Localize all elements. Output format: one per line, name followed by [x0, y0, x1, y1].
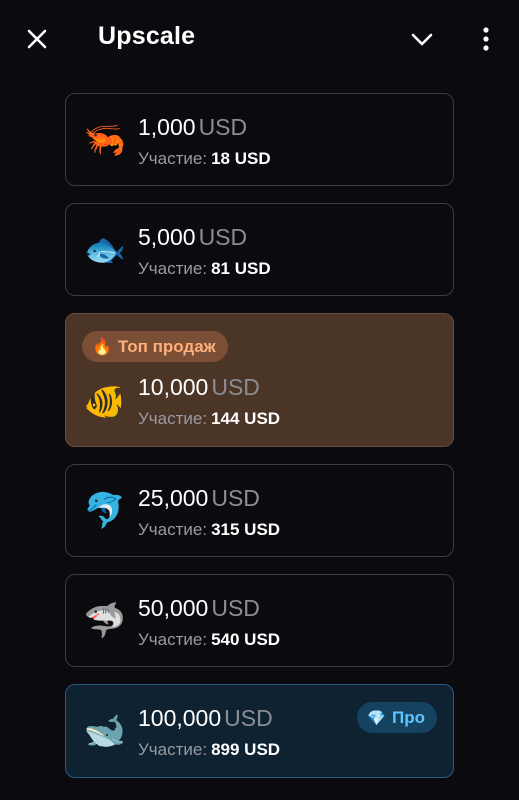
plan-card-5000[interactable]: 🐟 5,000 USD Участие: 81 USD [65, 203, 454, 296]
fire-icon: 🔥 [92, 338, 112, 356]
participation-value: 18 USD [211, 149, 271, 168]
close-icon [27, 29, 47, 49]
amount-currency: USD [224, 705, 273, 731]
plan-amount: 100,000 USD [138, 705, 273, 732]
badge-label: Топ продаж [117, 336, 216, 356]
plan-amount: 50,000 USD [138, 595, 260, 622]
participation-label: Участие: [138, 630, 208, 649]
participation: Участие: 18 USD [138, 149, 271, 169]
page-title: Upscale [98, 22, 196, 50]
plan-amount: 1,000 USD [138, 114, 247, 141]
plan-card-25000[interactable]: 🐬 25,000 USD Участие: 315 USD [65, 464, 454, 557]
amount-value: 25,000 [138, 485, 209, 511]
participation: Участие: 315 USD [138, 520, 280, 540]
plan-amount: 25,000 USD [138, 485, 260, 512]
dolphin-icon: 🐬 [83, 491, 127, 531]
plan-amount: 10,000 USD [138, 374, 260, 401]
participation-value: 899 USD [211, 740, 281, 759]
amount-currency: USD [211, 485, 260, 511]
chevron-down-icon [411, 33, 433, 46]
top-sales-badge: 🔥 Топ продаж [82, 331, 228, 362]
plan-card-100000[interactable]: 🐋 100,000 USD Участие: 899 USD 💎 Про [65, 684, 454, 778]
plan-card-10000[interactable]: 🔥 Топ продаж 🐠 10,000 USD Участие: 144 USD [65, 313, 454, 447]
participation: Участие: 899 USD [138, 740, 280, 760]
fish-icon: 🐟 [83, 230, 127, 270]
amount-value: 10,000 [138, 374, 209, 400]
plan-card-1000[interactable]: 🦐 1,000 USD Участие: 18 USD [65, 93, 454, 186]
participation-value: 81 USD [211, 259, 271, 278]
close-button[interactable] [22, 24, 52, 54]
badge-label: Про [392, 707, 425, 727]
top-bar: Upscale [0, 0, 519, 78]
tropical-fish-icon: 🐠 [83, 382, 127, 422]
participation-label: Участие: [138, 409, 208, 428]
plan-amount: 5,000 USD [138, 224, 247, 251]
participation-value: 144 USD [211, 409, 281, 428]
participation-value: 315 USD [211, 520, 281, 539]
diamond-icon: 💎 [367, 709, 386, 727]
participation-label: Участие: [138, 259, 208, 278]
amount-currency: USD [198, 114, 248, 140]
amount-value: 50,000 [138, 595, 209, 621]
participation-label: Участие: [138, 149, 208, 168]
shrimp-icon: 🦐 [83, 120, 127, 160]
plan-card-50000[interactable]: 🦈 50,000 USD Участие: 540 USD [65, 574, 454, 667]
whale-icon: 🐋 [83, 711, 127, 751]
collapse-button[interactable] [405, 24, 439, 54]
participation-label: Участие: [138, 740, 208, 759]
participation-value: 540 USD [211, 630, 281, 649]
participation: Участие: 81 USD [138, 259, 271, 279]
participation: Участие: 540 USD [138, 630, 280, 650]
amount-value: 5,000 [138, 224, 196, 250]
amount-currency: USD [198, 224, 248, 250]
more-vertical-icon [483, 27, 489, 51]
amount-value: 100,000 [138, 705, 222, 731]
amount-currency: USD [211, 595, 260, 621]
participation-label: Участие: [138, 520, 208, 539]
participation: Участие: 144 USD [138, 409, 280, 429]
amount-value: 1,000 [138, 114, 196, 140]
pro-badge: 💎 Про [357, 702, 437, 733]
amount-currency: USD [211, 374, 260, 400]
more-options-button[interactable] [474, 24, 498, 54]
plan-list: 🦐 1,000 USD Участие: 18 USD 🐟 5,000 USD Уча… [65, 93, 454, 795]
shark-icon: 🦈 [83, 601, 127, 641]
